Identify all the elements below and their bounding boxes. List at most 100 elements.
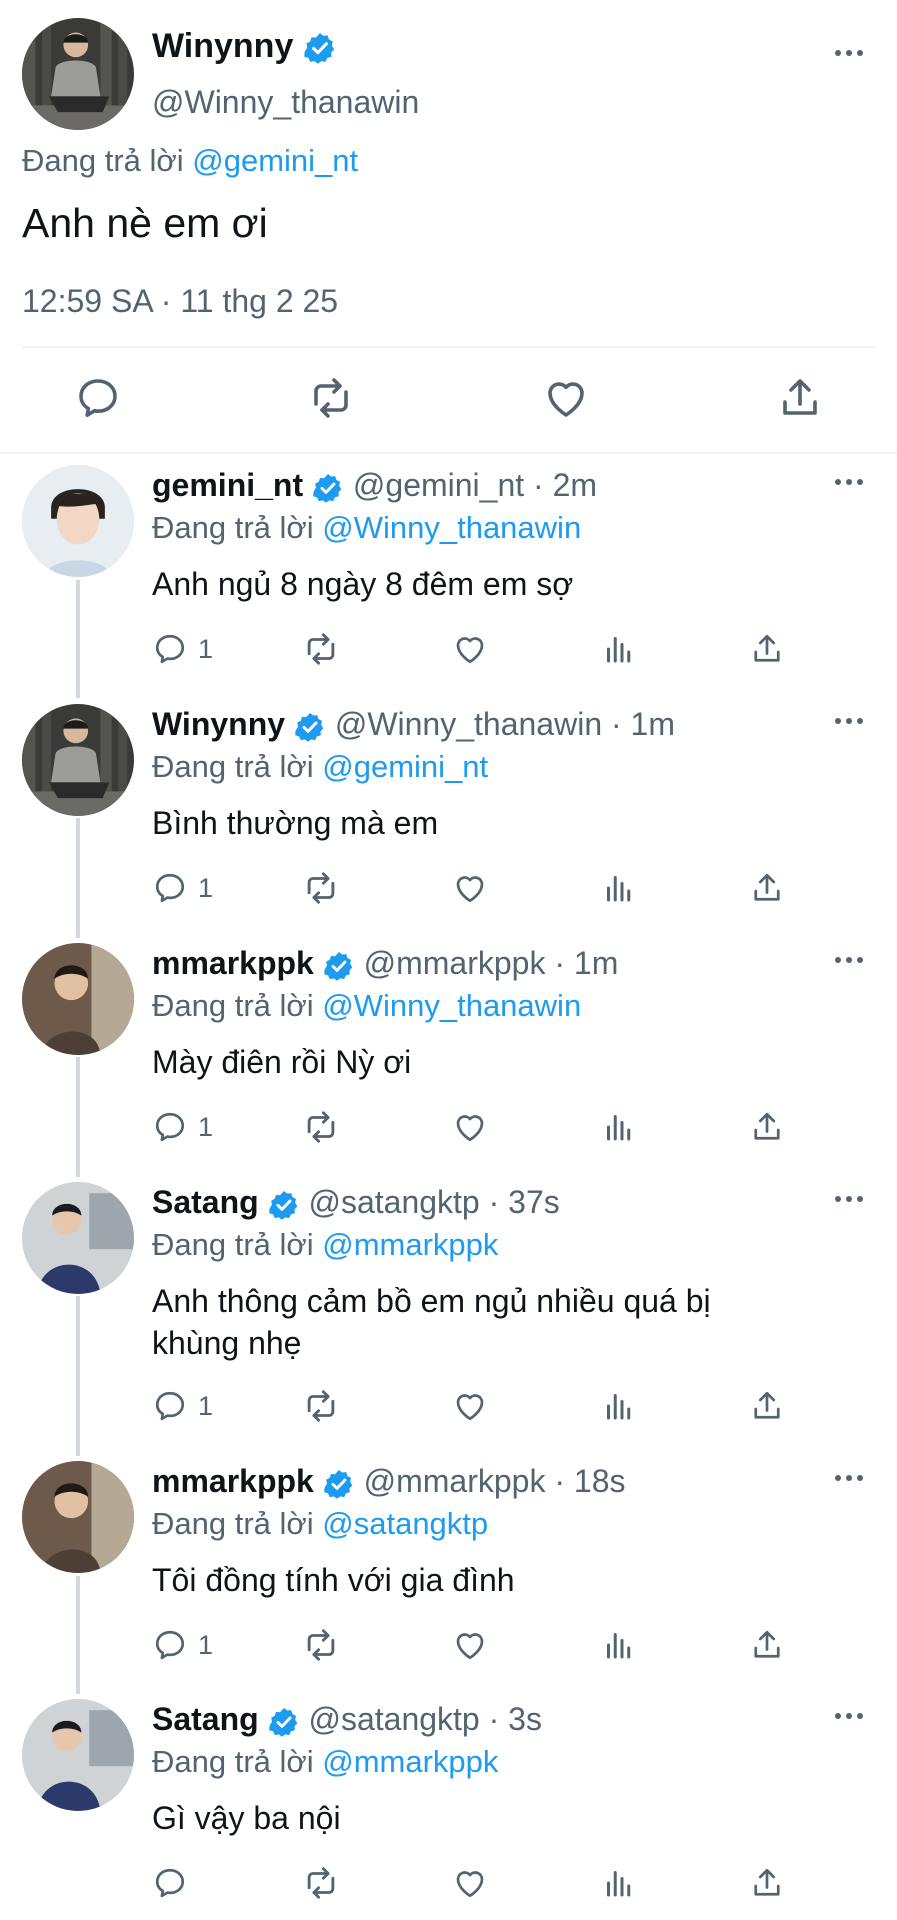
reply-to-link[interactable]: @Winny_thanawin [322,510,581,545]
reply-count: 1 [198,633,214,664]
reply-to-link[interactable]: @mmarkppk [322,1227,498,1262]
retweet-icon[interactable] [302,1863,340,1903]
handle[interactable]: @mmarkppk [364,945,546,981]
avatar[interactable] [22,18,134,130]
retweet-icon[interactable] [302,868,340,908]
reply-button[interactable]: 1 [152,629,213,669]
relative-time[interactable]: · 1m [554,945,618,981]
relative-time[interactable]: · 2m [533,467,597,503]
more-icon[interactable] [835,1196,863,1202]
reply-to-link[interactable]: @mmarkppk [322,1744,498,1779]
handle[interactable]: @Winny_thanawin [335,706,602,742]
more-icon[interactable] [835,1475,863,1481]
retweet-icon[interactable] [302,629,340,669]
handle[interactable]: @satangktp [308,1701,479,1737]
reply-prefix: Đang trả lời [152,749,314,784]
share-icon[interactable] [749,1863,785,1903]
reply-tweet[interactable]: gemini_nt @gemini_nt · 2m Đang trả lời @… [0,465,897,675]
display-name[interactable]: Satang [152,1701,259,1737]
more-icon[interactable] [835,1713,863,1719]
avatar[interactable] [22,704,134,816]
handle[interactable]: @mmarkppk [364,1463,546,1499]
handle[interactable]: @satangktp [308,1184,479,1220]
author-name[interactable]: Winynny [152,27,337,66]
avatar[interactable] [22,943,134,1055]
retweet-icon[interactable] [307,374,355,422]
display-name[interactable]: mmarkppk [152,945,314,981]
views-icon[interactable] [601,629,637,669]
reply-count: 1 [198,1390,214,1421]
reply-actions-bar: 1 [0,1386,897,1426]
reply-to-link[interactable]: @satangktp [322,1506,488,1541]
like-icon[interactable] [452,629,488,669]
relative-time[interactable]: · 3s [489,1701,542,1737]
more-icon[interactable] [835,718,863,724]
replying-to: Đang trả lời @satangktp [152,1506,488,1542]
reply-count: 1 [198,872,214,903]
reply-tweet[interactable]: Satang @satangktp · 3s Đang trả lời @mma… [0,1699,897,1909]
handle[interactable]: @gemini_nt [353,467,524,503]
views-icon[interactable] [601,1863,637,1903]
views-icon[interactable] [601,1625,637,1665]
reply-to-link[interactable]: @gemini_nt [322,749,488,784]
tweet-timestamp[interactable]: 12:59 SA · 11 thg 2 25 [22,283,338,320]
verified-badge-icon [268,1189,300,1221]
reply-text: Gì vậy ba nội [152,1800,341,1836]
reply-button[interactable]: 1 [152,868,213,908]
share-icon[interactable] [749,1386,785,1426]
display-name[interactable]: gemini_nt [152,467,303,503]
reply-icon [152,1109,188,1145]
reply-tweet[interactable]: mmarkppk @mmarkppk · 18s Đang trả lời @s… [0,1461,897,1671]
display-name[interactable]: Satang [152,1184,259,1220]
display-name[interactable]: Winynny [152,27,293,65]
reply-button[interactable] [152,1863,198,1903]
main-tweet: Winynny @Winny_thanawin Đang trả lời @ge… [0,0,897,452]
reply-to-link[interactable]: @gemini_nt [192,143,358,178]
avatar[interactable] [22,1461,134,1573]
display-name[interactable]: Winynny [152,706,285,742]
relative-time[interactable]: · 37s [489,1184,560,1220]
share-icon[interactable] [749,1107,785,1147]
reply-tweet[interactable]: Satang @satangktp · 37s Đang trả lời @mm… [0,1182,897,1432]
views-icon[interactable] [601,1386,637,1426]
verified-badge-icon [268,1706,300,1738]
more-icon[interactable] [835,50,863,56]
reply-prefix: Đang trả lời [152,1744,314,1779]
retweet-icon[interactable] [302,1107,340,1147]
avatar[interactable] [22,465,134,577]
avatar[interactable] [22,1699,134,1811]
reply-button[interactable]: 1 [152,1386,213,1426]
like-icon[interactable] [452,1107,488,1147]
replying-to: Đang trả lời @mmarkppk [152,1744,498,1780]
like-icon[interactable] [542,374,590,422]
views-icon[interactable] [601,868,637,908]
reply-header: gemini_nt @gemini_nt · 2m [152,467,597,504]
more-icon[interactable] [835,479,863,485]
reply-to-link[interactable]: @Winny_thanawin [322,988,581,1023]
share-icon[interactable] [749,629,785,669]
reply-icon[interactable] [74,374,122,422]
like-icon[interactable] [452,1386,488,1426]
reply-button[interactable]: 1 [152,1625,213,1665]
share-icon[interactable] [749,1625,785,1665]
reply-header: Winynny @Winny_thanawin · 1m [152,706,675,743]
author-handle[interactable]: @Winny_thanawin [152,84,419,121]
like-icon[interactable] [452,1625,488,1665]
reply-button[interactable]: 1 [152,1107,213,1147]
reply-tweet[interactable]: Winynny @Winny_thanawin · 1m Đang trả lờ… [0,704,897,914]
views-icon[interactable] [601,1107,637,1147]
like-icon[interactable] [452,868,488,908]
like-icon[interactable] [452,1863,488,1903]
relative-time[interactable]: · 1m [611,706,675,742]
retweet-icon[interactable] [302,1625,340,1665]
share-icon[interactable] [749,868,785,908]
reply-header: mmarkppk @mmarkppk · 1m [152,945,618,982]
avatar[interactable] [22,1182,134,1294]
retweet-icon[interactable] [302,1386,340,1426]
reply-tweet[interactable]: mmarkppk @mmarkppk · 1m Đang trả lời @Wi… [0,943,897,1153]
more-icon[interactable] [835,957,863,963]
share-icon[interactable] [776,374,824,422]
relative-time[interactable]: · 18s [554,1463,625,1499]
verified-badge-icon [312,472,344,504]
display-name[interactable]: mmarkppk [152,1463,314,1499]
